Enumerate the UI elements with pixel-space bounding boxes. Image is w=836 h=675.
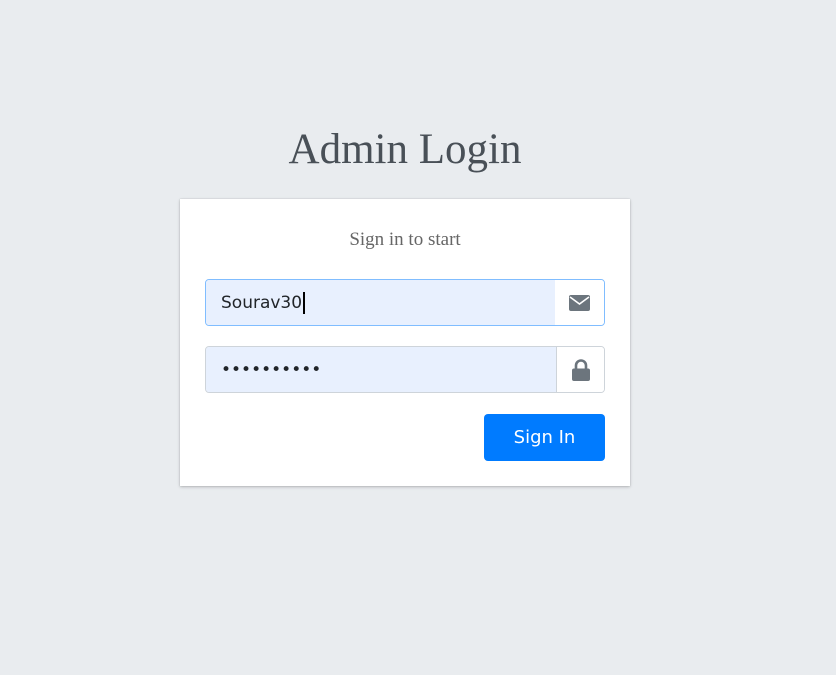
login-card: Sign in to start Sourav30 •••••••••• Sig… <box>180 199 630 486</box>
envelope-icon <box>569 294 590 311</box>
sign-in-button[interactable]: Sign In <box>484 414 605 461</box>
page-title: Admin Login <box>288 126 522 173</box>
email-field[interactable]: Sourav30 <box>206 280 555 325</box>
email-field-value: Sourav30 <box>221 292 303 313</box>
password-addon <box>556 347 604 392</box>
login-page: Admin Login Sign in to start Sourav30 ••… <box>0 0 836 675</box>
password-input-group: •••••••••• <box>205 346 605 393</box>
email-input-group: Sourav30 <box>205 279 605 326</box>
login-subtitle: Sign in to start <box>349 229 461 250</box>
password-field[interactable]: •••••••••• <box>206 347 556 392</box>
email-addon <box>555 280 604 325</box>
lock-icon <box>571 358 590 381</box>
text-caret <box>303 291 306 314</box>
password-field-value: •••••••••• <box>221 359 322 380</box>
